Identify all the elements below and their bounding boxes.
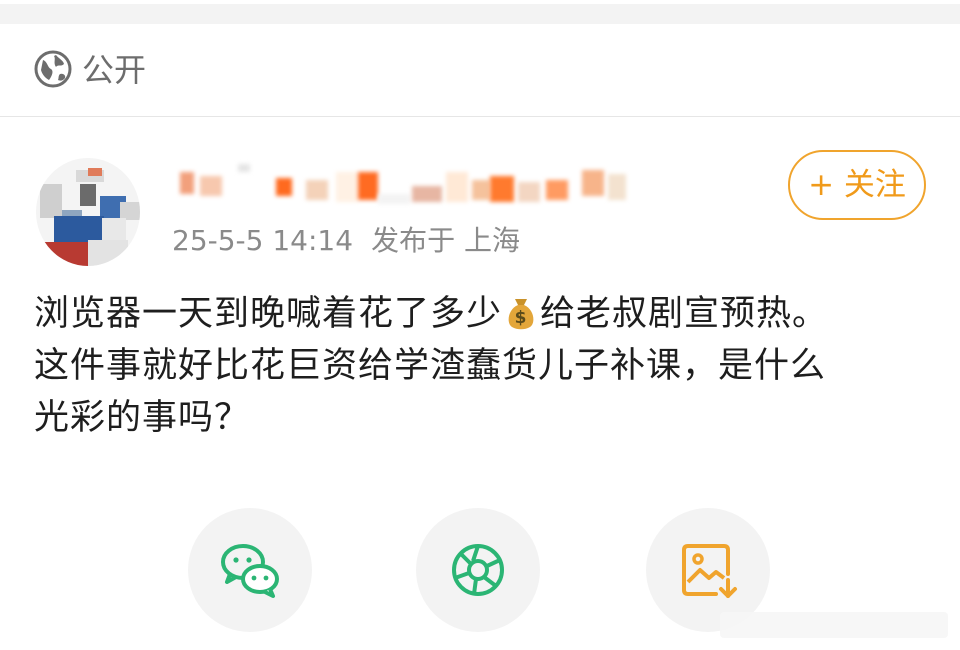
post-line-1: 浏览器一天到晚喊着花了多少 $ 给老叔剧宣预热。 <box>34 288 934 340</box>
share-moments-button[interactable] <box>416 508 540 632</box>
username-redacted[interactable] <box>172 158 642 210</box>
post-meta: 25-5-5 14:14 发布于 上海 <box>172 222 520 260</box>
post-line-1-tail: 给老叔剧宣预热。 <box>540 294 829 334</box>
globe-icon <box>34 50 72 88</box>
post-text: 浏览器一天到晚喊着花了多少 $ 给老叔剧宣预热。 这件事就好比花巨资给学渣蠢货儿… <box>34 288 934 444</box>
post-time: 25-5-5 14:14 <box>172 224 354 257</box>
moments-icon <box>452 544 504 596</box>
svg-text:$: $ <box>515 308 528 328</box>
save-image-icon <box>682 544 737 598</box>
money-bag-emoji: $ <box>508 299 534 330</box>
post-line-3: 光彩的事吗？ <box>34 398 251 438</box>
share-wechat-button[interactable] <box>188 508 312 632</box>
wechat-icon <box>221 544 279 598</box>
avatar[interactable] <box>36 158 140 266</box>
visibility-label: 公开 <box>82 51 147 89</box>
top-strip <box>0 0 960 24</box>
follow-button[interactable]: + 关注 <box>788 150 926 220</box>
post-line-2: 这件事就好比花巨资给学渣蠢货儿子补课，是什么 <box>34 346 827 386</box>
post-line-1-text: 浏览器一天到晚喊着花了多少 <box>34 294 503 334</box>
watermark-blur <box>720 612 948 638</box>
post-location: 发布于 上海 <box>371 224 520 257</box>
